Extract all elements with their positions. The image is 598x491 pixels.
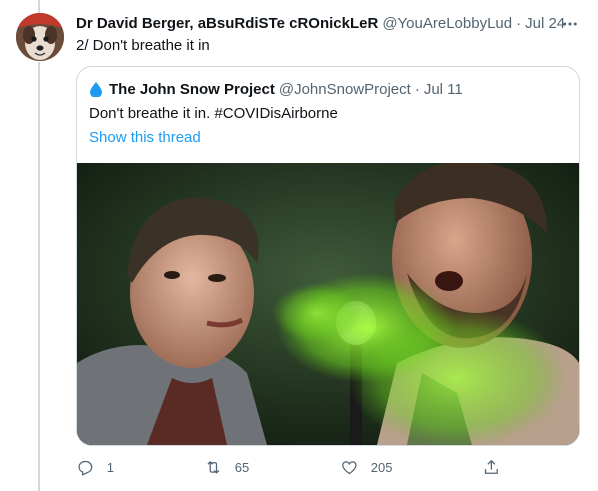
retweet-icon: [207, 461, 220, 474]
share-button[interactable]: [482, 458, 501, 477]
tweet-text: 2/ Don't breathe it in: [76, 37, 210, 54]
separator-dot: ·: [516, 15, 522, 32]
like-count: 205: [370, 459, 393, 475]
quoted-header: The John Snow Project @JohnSnowProject ·…: [89, 79, 463, 99]
dog-avatar-image: [16, 13, 64, 61]
quoted-separator-dot: ·: [414, 80, 420, 98]
tweet-header: Dr David Berger, aBsuRdiSTe cROnickLeR @…: [76, 14, 582, 34]
thread-line-bottom: [38, 62, 40, 491]
media-image: [77, 163, 579, 445]
share-icon: [484, 459, 498, 474]
author-name[interactable]: Dr David Berger, aBsuRdiSTe cROnickLeR: [76, 14, 378, 34]
reply-icon: [78, 460, 93, 476]
reply-count: 1: [106, 459, 114, 475]
author-handle[interactable]: @YouAreLobbyLud: [382, 14, 512, 34]
show-thread-link[interactable]: Show this thread: [89, 128, 201, 148]
quoted-tweet[interactable]: The John Snow Project @JohnSnowProject ·…: [76, 66, 580, 446]
quoted-author-handle[interactable]: @JohnSnowProject: [279, 81, 411, 98]
retweet-count: 65: [234, 459, 250, 475]
more-options-button[interactable]: [558, 12, 582, 36]
more-icon: [563, 22, 577, 26]
quoted-author-name[interactable]: The John Snow Project: [109, 81, 275, 98]
thread-line-top: [38, 0, 40, 14]
quoted-text: Don't breathe it in. #COVIDisAirborne: [89, 105, 338, 122]
water-drop-icon: [90, 82, 102, 97]
avatar[interactable]: [16, 13, 64, 61]
quoted-date[interactable]: Jul 11: [424, 81, 463, 98]
heart-icon: [342, 461, 357, 475]
tweet-actions: 1 65 205: [76, 458, 516, 482]
retweet-button[interactable]: 65: [204, 458, 249, 477]
reply-button[interactable]: 1: [76, 458, 114, 477]
like-button[interactable]: 205: [340, 458, 392, 477]
quoted-media[interactable]: [77, 163, 579, 445]
